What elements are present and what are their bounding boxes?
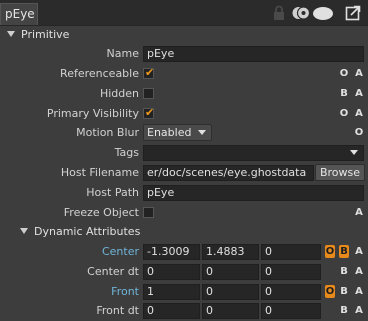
center-dt-label: Center dt bbox=[87, 265, 139, 278]
hidden-label: Hidden bbox=[99, 87, 139, 100]
primary-visibility-checkbox[interactable]: ✔ bbox=[143, 106, 155, 119]
center-z-field[interactable]: 0 bbox=[261, 244, 321, 260]
badge-o[interactable]: O bbox=[339, 107, 349, 120]
section-dynamic-label: Dynamic Attributes bbox=[34, 225, 141, 238]
row-freeze-object: Freeze Object A bbox=[0, 203, 368, 223]
badge-a[interactable]: A bbox=[354, 265, 364, 278]
section-primitive-label: Primitive bbox=[21, 28, 70, 41]
front-label[interactable]: Front bbox=[111, 282, 139, 302]
row-front-dt: Front dt 0 0 0 B A bbox=[0, 301, 368, 321]
name-field[interactable]: pEye bbox=[143, 46, 364, 62]
motion-blur-value: Enabled bbox=[147, 126, 192, 139]
badge-a[interactable]: A bbox=[354, 285, 364, 298]
referenceable-label: Referenceable bbox=[60, 67, 139, 80]
freeze-object-checkbox[interactable] bbox=[143, 207, 154, 218]
checkmark-icon: ✔ bbox=[145, 106, 155, 119]
badge-a[interactable]: A bbox=[354, 206, 364, 219]
browse-button[interactable]: Browse bbox=[315, 164, 365, 181]
badge-a[interactable]: A bbox=[354, 245, 364, 258]
tab-peye[interactable]: pEye bbox=[0, 3, 38, 25]
collapse-triangle-icon[interactable] bbox=[20, 228, 28, 234]
badge-b[interactable]: B bbox=[339, 245, 349, 258]
badge-o[interactable]: O bbox=[325, 285, 335, 298]
front-dt-y-field[interactable]: 0 bbox=[202, 303, 259, 319]
badge-b[interactable]: B bbox=[339, 285, 349, 298]
center-dt-x-field[interactable]: 0 bbox=[143, 264, 200, 280]
hidden-checkbox[interactable] bbox=[143, 88, 154, 99]
center-x-field[interactable]: -1.3009 bbox=[143, 244, 200, 260]
row-center-dt: Center dt 0 0 0 B A bbox=[0, 262, 368, 282]
referenceable-checkbox[interactable]: ✔ bbox=[143, 66, 155, 79]
front-z-field[interactable]: 0 bbox=[261, 284, 321, 300]
front-dt-z-field[interactable]: 0 bbox=[261, 303, 321, 319]
row-host-path: Host Path pEye bbox=[0, 183, 368, 203]
center-dt-z-field[interactable]: 0 bbox=[261, 264, 321, 280]
row-motion-blur: Motion Blur Enabled O bbox=[0, 123, 368, 143]
chevron-down-icon bbox=[350, 150, 358, 155]
toggle-pill-icon[interactable] bbox=[312, 5, 334, 21]
front-dt-x-field[interactable]: 0 bbox=[143, 303, 200, 319]
row-hidden: Hidden B A bbox=[0, 84, 368, 104]
row-referenceable: Referenceable ✔ O A bbox=[0, 64, 368, 84]
center-y-field[interactable]: 1.4883 bbox=[202, 244, 259, 260]
front-dt-label: Front dt bbox=[96, 304, 139, 317]
row-primary-visibility: Primary Visibility ✔ O A bbox=[0, 104, 368, 124]
center-label[interactable]: Center bbox=[102, 242, 139, 262]
front-x-field[interactable]: 1 bbox=[143, 284, 200, 300]
row-center: Center -1.3009 1.4883 0 O B A bbox=[0, 242, 368, 262]
host-filename-label: Host Filename bbox=[60, 166, 139, 179]
center-dt-y-field[interactable]: 0 bbox=[202, 264, 259, 280]
badge-a[interactable]: A bbox=[354, 304, 364, 317]
tab-bar: pEye bbox=[0, 0, 368, 25]
badge-o[interactable]: O bbox=[354, 126, 364, 139]
row-name: Name pEye bbox=[0, 44, 368, 64]
chevron-down-icon bbox=[198, 130, 206, 135]
checkmark-icon: ✔ bbox=[145, 66, 155, 79]
motion-blur-label: Motion Blur bbox=[76, 126, 139, 139]
host-filename-field[interactable]: er/doc/scenes/eye.ghostdata bbox=[143, 165, 314, 181]
row-host-filename: Host Filename er/doc/scenes/eye.ghostdat… bbox=[0, 163, 368, 183]
primary-visibility-label: Primary Visibility bbox=[46, 107, 139, 120]
badge-a[interactable]: A bbox=[354, 67, 364, 80]
tags-label: Tags bbox=[114, 146, 139, 159]
section-primitive[interactable]: Primitive bbox=[0, 26, 368, 44]
badge-a[interactable]: A bbox=[354, 107, 364, 120]
badge-o[interactable]: O bbox=[339, 67, 349, 80]
collapse-triangle-icon[interactable] bbox=[7, 31, 15, 37]
motion-blur-dropdown[interactable]: Enabled bbox=[143, 124, 212, 141]
lock-icon[interactable] bbox=[272, 5, 286, 21]
host-path-label: Host Path bbox=[86, 186, 139, 199]
name-label: Name bbox=[106, 47, 139, 60]
badge-b[interactable]: B bbox=[339, 265, 349, 278]
row-tags: Tags bbox=[0, 143, 368, 163]
freeze-object-label: Freeze Object bbox=[63, 206, 139, 219]
row-front: Front 1 0 0 O B A bbox=[0, 282, 368, 302]
front-y-field[interactable]: 0 bbox=[202, 284, 259, 300]
section-dynamic-attributes[interactable]: Dynamic Attributes bbox=[0, 223, 368, 241]
host-path-field[interactable]: pEye bbox=[143, 185, 364, 201]
badge-a[interactable]: A bbox=[354, 87, 364, 100]
popout-icon[interactable] bbox=[345, 5, 361, 21]
tags-dropdown[interactable] bbox=[143, 145, 364, 161]
badge-b[interactable]: B bbox=[339, 87, 349, 100]
view-mode-icon[interactable] bbox=[292, 5, 310, 21]
badge-o[interactable]: O bbox=[325, 245, 335, 258]
badge-b[interactable]: B bbox=[339, 304, 349, 317]
